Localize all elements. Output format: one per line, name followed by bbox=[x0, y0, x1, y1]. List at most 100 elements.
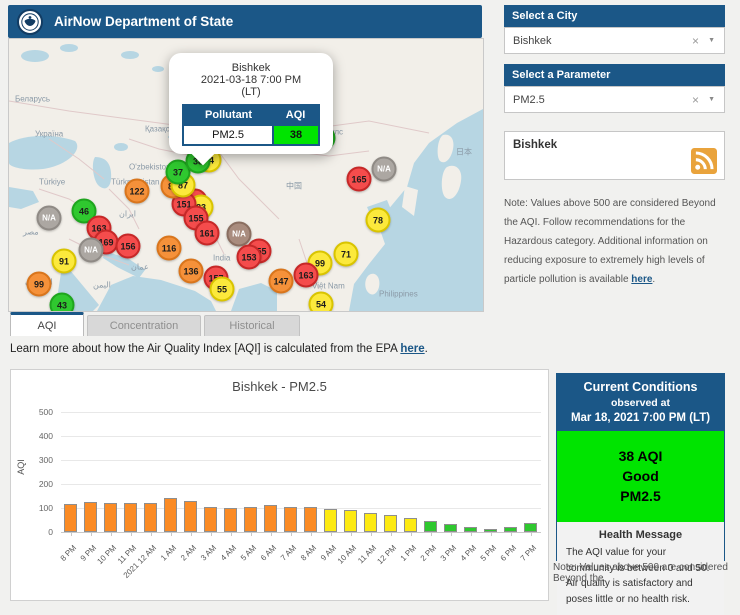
chart-bar bbox=[304, 507, 317, 532]
x-tick bbox=[511, 532, 512, 536]
page-title: AirNow Department of State bbox=[54, 14, 234, 29]
x-tick bbox=[131, 532, 132, 536]
x-tick bbox=[91, 532, 92, 536]
x-tick bbox=[351, 532, 352, 536]
learn-more-text: Learn more about how the Air Quality Ind… bbox=[10, 343, 428, 355]
tab-aqi[interactable]: AQI bbox=[10, 312, 84, 336]
popup-aqi-value: 38 bbox=[272, 124, 320, 146]
popup-table: Pollutant AQI PM2.5 38 bbox=[181, 104, 320, 146]
aqi-marker[interactable]: 122 bbox=[124, 178, 150, 204]
chart-bar bbox=[404, 518, 417, 532]
note-prefix: Note: Values above 500 are considered Be… bbox=[504, 198, 716, 285]
parameter-caret-icon[interactable]: ▼ bbox=[705, 96, 724, 103]
x-tick bbox=[431, 532, 432, 536]
cc-datetime: Mar 18, 2021 7:00 PM (LT) bbox=[570, 412, 711, 424]
aqi-marker[interactable]: 71 bbox=[333, 241, 359, 267]
tab-concentration[interactable]: Concentration bbox=[87, 315, 201, 336]
aqi-marker[interactable]: N/A bbox=[36, 205, 62, 231]
chart-title: Bishkek - PM2.5 bbox=[232, 379, 327, 394]
cc-bottom-note: Note: Values above 500 are considered Be… bbox=[553, 562, 728, 584]
epa-here-link[interactable]: here bbox=[400, 343, 424, 355]
parameter-select-value: PM2.5 bbox=[513, 93, 545, 106]
chart-bar bbox=[524, 522, 537, 532]
city-select[interactable]: Bishkek × ▼ bbox=[504, 27, 725, 54]
chart-bar bbox=[124, 503, 137, 532]
map-country-label: عمان bbox=[131, 262, 149, 272]
beyond-aqi-note: Note: Values above 500 are considered Be… bbox=[504, 194, 725, 289]
tab-historical[interactable]: Historical bbox=[204, 315, 300, 336]
x-tick bbox=[71, 532, 72, 536]
chart-bar bbox=[64, 504, 77, 532]
note-suffix: . bbox=[652, 274, 656, 285]
map-country-label: 中国 bbox=[286, 181, 302, 191]
chart-bar bbox=[324, 509, 337, 532]
chart-bar bbox=[424, 521, 437, 532]
y-tick-label: 500 bbox=[38, 407, 53, 417]
map-country-label: Беларусь bbox=[15, 94, 50, 104]
x-tick bbox=[271, 532, 272, 536]
rss-icon[interactable] bbox=[691, 148, 717, 174]
cc-category: Good bbox=[622, 468, 659, 484]
aqi-marker[interactable]: 147 bbox=[268, 268, 294, 294]
chart-bar bbox=[164, 498, 177, 532]
map-country-label: 日本 bbox=[456, 147, 472, 157]
aqi-marker[interactable]: 153 bbox=[236, 244, 262, 270]
app-header: AirNow Department of State bbox=[8, 5, 482, 38]
parameter-clear-icon[interactable]: × bbox=[686, 93, 705, 107]
x-tick bbox=[491, 532, 492, 536]
aqi-marker[interactable]: 163 bbox=[293, 262, 319, 288]
aqi-marker[interactable]: 43 bbox=[49, 292, 75, 311]
aqi-marker[interactable]: 165 bbox=[346, 166, 372, 192]
map-country-label: ايران bbox=[119, 209, 136, 219]
aqi-marker[interactable]: 156 bbox=[115, 233, 141, 259]
department-of-state-seal-icon bbox=[17, 8, 43, 35]
chart-bar bbox=[344, 509, 357, 532]
chart-bar bbox=[144, 503, 157, 532]
note-here-link[interactable]: here bbox=[631, 274, 652, 285]
popup-col-pollutant: Pollutant bbox=[183, 105, 274, 125]
aqi-marker[interactable]: 99 bbox=[26, 271, 52, 297]
rss-box: Bishkek bbox=[504, 131, 725, 180]
x-tick bbox=[451, 532, 452, 536]
x-tick bbox=[331, 532, 332, 536]
popup-lt: (LT) bbox=[241, 86, 261, 98]
chart-bar bbox=[364, 512, 377, 532]
chart-bar bbox=[204, 506, 217, 532]
select-city-header: Select a City bbox=[504, 5, 725, 27]
popup-col-aqi: AQI bbox=[273, 105, 319, 125]
aqi-marker[interactable]: 55 bbox=[209, 276, 235, 302]
select-parameter-header: Select a Parameter bbox=[504, 64, 725, 86]
aqi-marker[interactable]: N/A bbox=[78, 237, 104, 263]
city-caret-icon[interactable]: ▼ bbox=[705, 37, 724, 44]
y-axis-label: AQI bbox=[15, 459, 26, 475]
aqi-marker[interactable]: 116 bbox=[156, 235, 182, 261]
aqi-marker[interactable]: N/A bbox=[371, 156, 397, 182]
map-country-label: Türkiye bbox=[39, 177, 66, 187]
aqi-marker[interactable]: N/A bbox=[226, 221, 252, 247]
health-message-title: Health Message bbox=[598, 529, 683, 541]
cc-title: Current Conditions bbox=[583, 380, 698, 394]
parameter-select[interactable]: PM2.5 × ▼ bbox=[504, 86, 725, 113]
x-tick bbox=[151, 532, 152, 536]
city-clear-icon[interactable]: × bbox=[686, 34, 705, 48]
learn-more-suffix: . bbox=[424, 343, 428, 355]
aqi-marker[interactable]: 78 bbox=[365, 207, 391, 233]
popup-city: Bishkek bbox=[231, 62, 271, 74]
map-popup: Bishkek 2021-03-18 7:00 PM (LT) Pollutan… bbox=[169, 53, 333, 166]
aqi-marker[interactable]: 54 bbox=[308, 291, 334, 311]
aqi-marker[interactable]: 91 bbox=[51, 248, 77, 274]
current-conditions-panel: Current Conditions observed at Mar 18, 2… bbox=[556, 373, 725, 615]
cc-aqi-value: 38 AQI bbox=[618, 448, 663, 464]
gridline bbox=[61, 484, 541, 485]
aqi-marker[interactable]: 136 bbox=[178, 258, 204, 284]
aqi-map[interactable]: БеларусьУкраїнаҚазақстанO'zbekistonTürkm… bbox=[8, 38, 484, 312]
x-tick bbox=[191, 532, 192, 536]
tab-bar: AQI Concentration Historical bbox=[10, 312, 300, 336]
y-tick-label: 400 bbox=[38, 431, 53, 441]
aqi-marker[interactable]: 161 bbox=[194, 220, 220, 246]
chart-bar bbox=[264, 505, 277, 532]
map-country-label: O'zbekiston bbox=[129, 162, 171, 172]
x-tick bbox=[171, 532, 172, 536]
y-tick-label: 100 bbox=[38, 503, 53, 513]
chart-bar bbox=[84, 502, 97, 532]
